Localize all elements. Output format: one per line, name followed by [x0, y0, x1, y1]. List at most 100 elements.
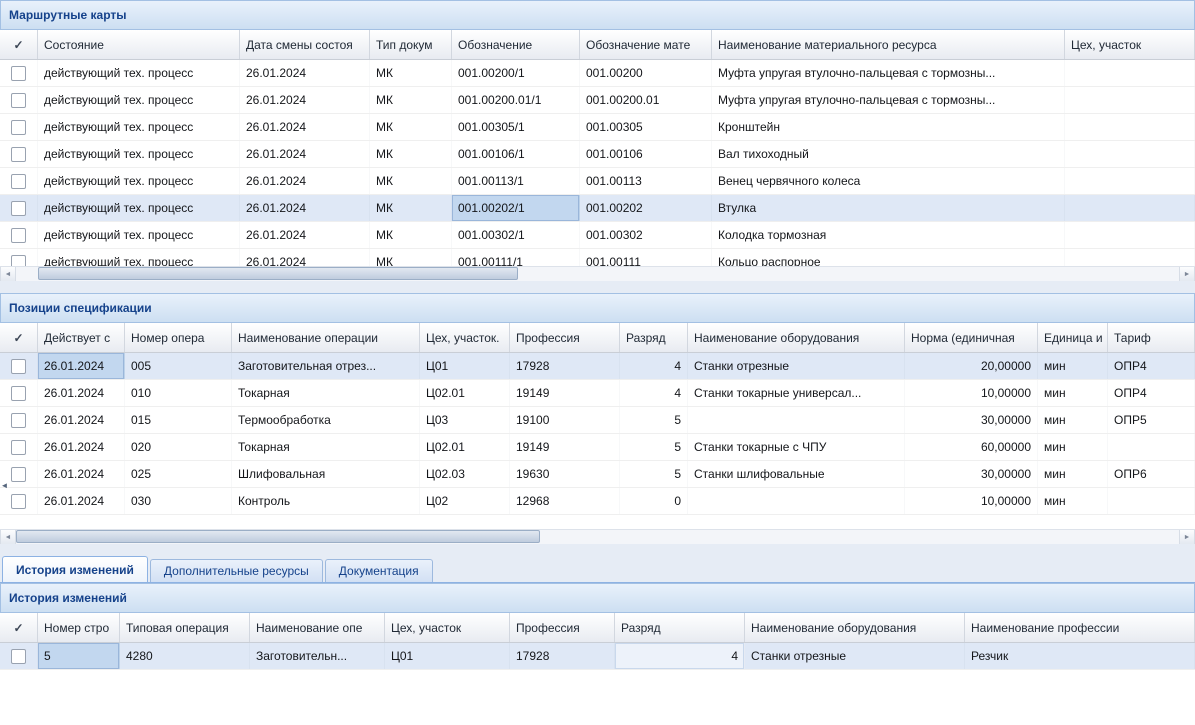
row-checkbox[interactable] [11, 440, 26, 455]
table-row[interactable]: действующий тех. процесс26.01.2024МК001.… [0, 249, 1195, 266]
tab-additional-resources[interactable]: Дополнительные ресурсы [150, 559, 323, 582]
table-cell[interactable]: 20,00000 [905, 353, 1038, 379]
table-cell[interactable]: МК [370, 195, 452, 221]
table-cell[interactable]: 26.01.2024 [38, 407, 125, 433]
spec-positions-hscrollbar[interactable]: ◄ ► [0, 529, 1195, 544]
table-cell[interactable]: МК [370, 141, 452, 167]
row-checkbox[interactable] [11, 413, 26, 428]
table-cell[interactable]: мин [1038, 461, 1108, 487]
column-header[interactable]: Цех, участок [1065, 30, 1195, 59]
table-row[interactable]: действующий тех. процесс26.01.2024МК001.… [0, 60, 1195, 87]
table-cell[interactable]: 26.01.2024 [240, 168, 370, 194]
table-cell[interactable] [1065, 60, 1195, 86]
table-row[interactable]: действующий тех. процесс26.01.2024МК001.… [0, 222, 1195, 249]
column-header[interactable]: Наименование операции [232, 323, 420, 352]
table-cell[interactable]: действующий тех. процесс [38, 87, 240, 113]
table-cell[interactable]: 17928 [510, 353, 620, 379]
table-cell[interactable]: ОПР4 [1108, 353, 1195, 379]
table-cell[interactable]: Ц02.01 [420, 380, 510, 406]
column-header[interactable]: Обозначение [452, 30, 580, 59]
scroll-left-icon[interactable]: ◄ [0, 530, 16, 544]
table-cell[interactable]: 025 [125, 461, 232, 487]
table-cell[interactable]: Втулка [712, 195, 1065, 221]
row-checkbox[interactable] [11, 120, 26, 135]
scroll-left-icon[interactable]: ◄ [0, 267, 16, 281]
table-cell[interactable]: Ц03 [420, 407, 510, 433]
row-checkbox[interactable] [11, 494, 26, 509]
table-cell[interactable]: 4 [620, 380, 688, 406]
table-cell[interactable]: МК [370, 87, 452, 113]
table-cell[interactable]: 12968 [510, 488, 620, 514]
table-cell[interactable]: 5 [620, 407, 688, 433]
row-checkbox[interactable] [11, 93, 26, 108]
row-checkbox[interactable] [11, 66, 26, 81]
table-cell[interactable]: 001.00200 [580, 60, 712, 86]
table-cell[interactable]: 5 [620, 461, 688, 487]
column-header[interactable]: Профессия [510, 613, 615, 642]
row-checkbox[interactable] [11, 467, 26, 482]
table-row[interactable]: 26.01.2024015ТермообработкаЦ0319100530,0… [0, 407, 1195, 434]
table-cell[interactable] [1108, 434, 1195, 460]
column-header[interactable]: Единица и [1038, 323, 1108, 352]
table-cell[interactable]: Муфта упругая втулочно-пальцевая с тормо… [712, 87, 1065, 113]
table-row[interactable]: 26.01.2024025ШлифовальнаяЦ02.03196305Ста… [0, 461, 1195, 488]
table-cell[interactable]: действующий тех. процесс [38, 60, 240, 86]
row-checkbox[interactable] [11, 386, 26, 401]
row-checkbox[interactable] [11, 228, 26, 243]
table-cell[interactable]: 001.00113/1 [452, 168, 580, 194]
table-cell[interactable]: Станки шлифовальные [688, 461, 905, 487]
table-cell[interactable]: 19149 [510, 380, 620, 406]
table-cell[interactable]: 60,00000 [905, 434, 1038, 460]
table-cell[interactable]: МК [370, 114, 452, 140]
column-header[interactable]: Цех, участок [385, 613, 510, 642]
table-cell[interactable]: Вал тихоходный [712, 141, 1065, 167]
table-cell[interactable]: Станки отрезные [688, 353, 905, 379]
column-header[interactable]: Действует с [38, 323, 125, 352]
table-cell[interactable]: 30,00000 [905, 461, 1038, 487]
table-cell[interactable]: МК [370, 60, 452, 86]
column-header[interactable]: Номер стро [38, 613, 120, 642]
table-cell[interactable]: 26.01.2024 [38, 353, 125, 379]
tab-history[interactable]: История изменений [2, 556, 148, 582]
table-cell[interactable]: Заготовительная отрез... [232, 353, 420, 379]
column-header[interactable]: Обозначение мате [580, 30, 712, 59]
select-all-header[interactable]: ✓ [0, 613, 38, 642]
table-cell[interactable]: 30,00000 [905, 407, 1038, 433]
table-cell[interactable]: 001.00202 [580, 195, 712, 221]
column-header[interactable]: Профессия [510, 323, 620, 352]
table-cell[interactable]: 10,00000 [905, 380, 1038, 406]
table-cell[interactable]: ОПР6 [1108, 461, 1195, 487]
table-cell[interactable]: 5 [620, 434, 688, 460]
table-cell[interactable]: 26.01.2024 [240, 87, 370, 113]
table-cell[interactable]: 0 [620, 488, 688, 514]
table-cell[interactable]: 001.00302/1 [452, 222, 580, 248]
route-cards-scroll-thumb[interactable] [38, 267, 518, 280]
spec-positions-scroll-track[interactable] [16, 530, 1179, 544]
table-cell[interactable]: 001.00106/1 [452, 141, 580, 167]
table-cell[interactable]: Токарная [232, 380, 420, 406]
row-checkbox[interactable] [11, 174, 26, 189]
table-cell[interactable]: 001.00111/1 [452, 249, 580, 266]
column-header[interactable]: Дата смены состоя [240, 30, 370, 59]
table-cell[interactable]: Термообработка [232, 407, 420, 433]
column-header[interactable]: Состояние [38, 30, 240, 59]
table-cell[interactable]: действующий тех. процесс [38, 168, 240, 194]
table-row[interactable]: действующий тех. процесс26.01.2024МК001.… [0, 168, 1195, 195]
table-cell[interactable]: действующий тех. процесс [38, 222, 240, 248]
table-cell[interactable] [1108, 488, 1195, 514]
table-cell[interactable]: мин [1038, 434, 1108, 460]
table-cell[interactable] [1065, 168, 1195, 194]
table-cell[interactable]: 26.01.2024 [38, 380, 125, 406]
route-cards-hscrollbar[interactable]: ◄ ► [0, 266, 1195, 281]
table-cell[interactable]: 010 [125, 380, 232, 406]
column-header[interactable]: Наименование опе [250, 613, 385, 642]
table-cell[interactable]: Резчик [965, 643, 1195, 669]
table-row[interactable]: действующий тех. процесс26.01.2024МК001.… [0, 87, 1195, 114]
table-row[interactable]: действующий тех. процесс26.01.2024МК001.… [0, 114, 1195, 141]
table-cell[interactable]: 26.01.2024 [240, 249, 370, 266]
table-cell[interactable] [1065, 222, 1195, 248]
table-cell[interactable]: 10,00000 [905, 488, 1038, 514]
table-cell[interactable]: 26.01.2024 [38, 461, 125, 487]
scroll-right-icon[interactable]: ► [1179, 267, 1195, 281]
table-cell[interactable] [688, 407, 905, 433]
